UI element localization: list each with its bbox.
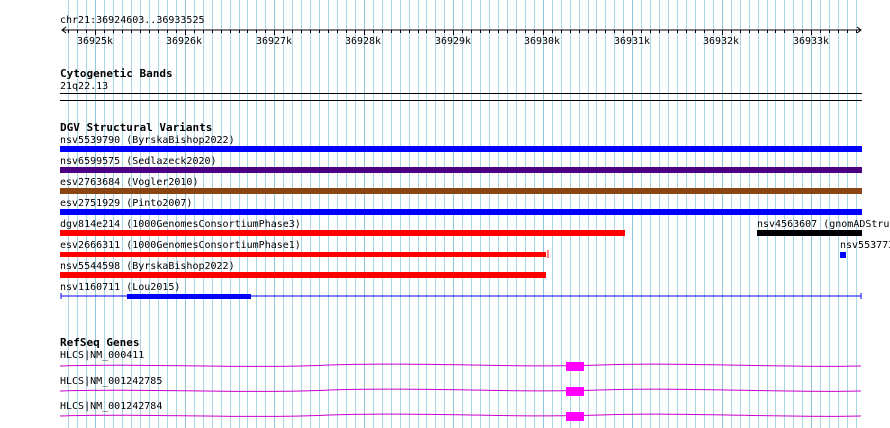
refseq-exon[interactable] bbox=[566, 412, 584, 421]
refseq-exon[interactable] bbox=[566, 362, 584, 371]
refseq-transcript-model[interactable] bbox=[59, 362, 862, 371]
refseq-transcript-model[interactable] bbox=[59, 412, 862, 421]
genome-browser-view: chr21:36924603..36933525 36925k 36926k 3… bbox=[0, 0, 890, 428]
refseq-transcripts bbox=[59, 362, 862, 421]
refseq-exon[interactable] bbox=[566, 387, 584, 396]
refseq-transcript-model[interactable] bbox=[59, 387, 862, 396]
